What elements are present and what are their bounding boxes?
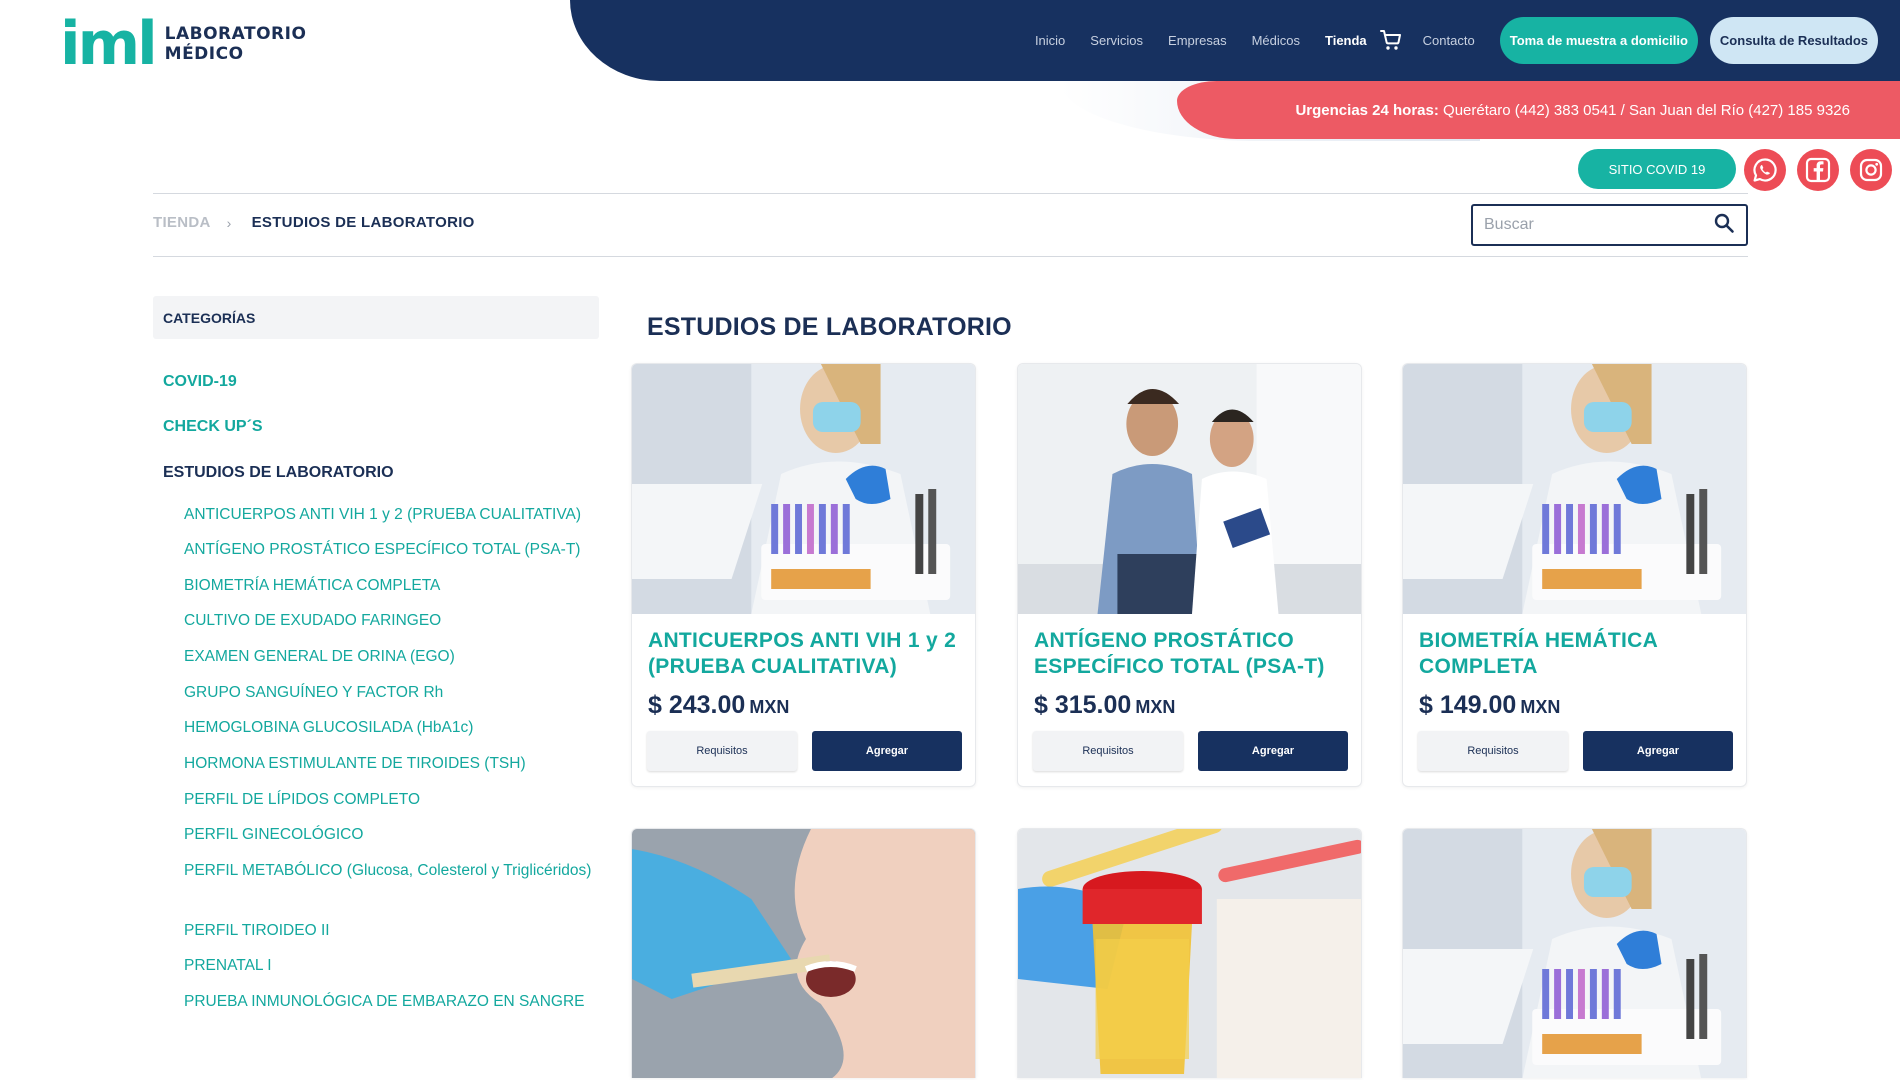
nav-bar: Inicio Servicios Empresas Médicos Tienda… [570,0,1900,81]
add-to-cart-button[interactable]: Agregar [1583,731,1733,771]
instagram-icon[interactable] [1850,149,1892,191]
breadcrumb: TIENDA › ESTUDIOS DE LABORATORIO [153,214,475,231]
product-price: $ 149.00 MXN [1419,691,1560,720]
requirements-button[interactable]: Requisitos [1418,731,1568,771]
product-card [1402,828,1747,1078]
doctor-patient-photo[interactable] [1018,364,1361,614]
breadcrumb-root[interactable]: TIENDA [153,214,211,231]
nav-link-tienda[interactable]: Tienda [1325,33,1367,48]
site-logo[interactable]: iml LABORATORIO MÉDICO [60,14,306,74]
urgency-banner: Urgencias 24 horas: Querétaro (442) 383 … [1177,81,1900,139]
logo-wordmark: LABORATORIO MÉDICO [165,24,307,64]
subcategory-item[interactable]: BIOMETRÍA HEMÁTICA COMPLETA [184,573,604,598]
nav-link-medicos[interactable]: Médicos [1252,33,1300,48]
category-covid[interactable]: COVID-19 [163,373,237,391]
subcategory-item[interactable]: ANTICUERPOS ANTI VIH 1 y 2 (PRUEBA CUALI… [184,502,604,527]
lab-technician-photo[interactable] [1403,829,1746,1078]
nav-link-contacto[interactable]: Contacto [1423,33,1475,48]
category-checkups[interactable]: CHECK UP´S [163,418,263,436]
logo-mark: iml [60,9,158,79]
urgency-phones: Querétaro (442) 383 0541 / San Juan del … [1443,102,1850,119]
requirements-button[interactable]: Requisitos [647,731,797,771]
product-title[interactable]: ANTÍGENO PROSTÁTICO ESPECÍFICO TOTAL (PS… [1034,628,1354,680]
logo-line-1: LABORATORIO [164,24,307,44]
search-input[interactable] [1484,216,1713,234]
subcategory-item[interactable]: HEMOGLOBINA GLUCOSILADA (HbA1c) [184,715,604,740]
product-card [1017,828,1362,1078]
covid-site-button[interactable]: SITIO COVID 19 [1578,149,1736,189]
facebook-icon[interactable] [1797,149,1839,191]
nav-link-empresas[interactable]: Empresas [1168,33,1227,48]
subcategory-item[interactable]: ANTÍGENO PROSTÁTICO ESPECÍFICO TOTAL (PS… [184,537,604,562]
divider-top [153,193,1748,194]
add-to-cart-button[interactable]: Agregar [812,731,962,771]
product-card: ANTICUERPOS ANTI VIH 1 y 2 (PRUEBA CUALI… [631,363,976,787]
home-sampling-button[interactable]: Toma de muestra a domicilio [1499,16,1698,64]
subcategory-item[interactable]: PRENATAL I [184,953,604,978]
product-price: $ 315.00 MXN [1034,691,1175,720]
results-button[interactable]: Consulta de Resultados [1709,16,1878,64]
price-amount: $ 315.00 [1034,691,1132,719]
lab-technician-photo[interactable] [632,364,975,614]
price-currency: MXN [1520,697,1561,717]
product-title[interactable]: ANTICUERPOS ANTI VIH 1 y 2 (PRUEBA CUALI… [648,628,968,680]
main-nav: Inicio Servicios Empresas Médicos Tienda… [1035,16,1878,64]
product-card: BIOMETRÍA HEMÁTICA COMPLETA $ 149.00 MXN … [1402,363,1747,787]
urgency-label: Urgencias 24 horas: [1295,102,1439,119]
price-currency: MXN [749,697,790,717]
search-icon[interactable] [1713,212,1735,239]
lab-technician-photo[interactable] [1403,364,1746,614]
add-to-cart-button[interactable]: Agregar [1198,731,1348,771]
subcategory-item[interactable]: PERFIL TIROIDEO II [184,918,604,943]
subcategory-item[interactable]: PERFIL METABÓLICO (Glucosa, Colesterol y… [184,858,604,883]
price-amount: $ 149.00 [1419,691,1517,719]
nav-link-servicios[interactable]: Servicios [1090,33,1143,48]
whatsapp-icon[interactable] [1744,149,1786,191]
price-amount: $ 243.00 [648,691,746,719]
throat-swab-photo[interactable] [632,829,975,1078]
logo-line-2: MÉDICO [164,44,244,64]
page-title: ESTUDIOS DE LABORATORIO [647,313,1012,341]
subcategory-item[interactable]: GRUPO SANGUÍNEO Y FACTOR Rh [184,680,604,705]
product-card: ANTÍGENO PROSTÁTICO ESPECÍFICO TOTAL (PS… [1017,363,1362,787]
subcategory-item[interactable]: CULTIVO DE EXUDADO FARINGEO [184,608,604,633]
subcategory-item[interactable]: EXAMEN GENERAL DE ORINA (EGO) [184,644,604,669]
urgency-text: Urgencias 24 horas: Querétaro (442) 383 … [1295,102,1850,119]
breadcrumb-separator: › [226,214,232,231]
categories-heading: CATEGORÍAS [153,296,599,339]
category-lab-studies[interactable]: ESTUDIOS DE LABORATORIO [163,464,394,482]
cart-icon[interactable] [1379,28,1403,52]
requirements-button[interactable]: Requisitos [1033,731,1183,771]
subcategory-item[interactable]: HORMONA ESTIMULANTE DE TIROIDES (TSH) [184,751,604,776]
search-box [1471,204,1748,246]
nav-link-inicio[interactable]: Inicio [1035,33,1065,48]
subcategory-item[interactable]: PERFIL GINECOLÓGICO [184,822,604,847]
breadcrumb-current: ESTUDIOS DE LABORATORIO [251,214,475,231]
divider-bottom [153,256,1748,257]
subcategory-item[interactable]: PRUEBA INMUNOLÓGICA DE EMBARAZO EN SANGR… [184,989,604,1014]
subcategory-item[interactable]: PERFIL DE LÍPIDOS COMPLETO [184,787,604,812]
product-card [631,828,976,1078]
price-currency: MXN [1135,697,1176,717]
product-price: $ 243.00 MXN [648,691,789,720]
urine-sample-photo[interactable] [1018,829,1361,1078]
product-title[interactable]: BIOMETRÍA HEMÁTICA COMPLETA [1419,628,1739,680]
